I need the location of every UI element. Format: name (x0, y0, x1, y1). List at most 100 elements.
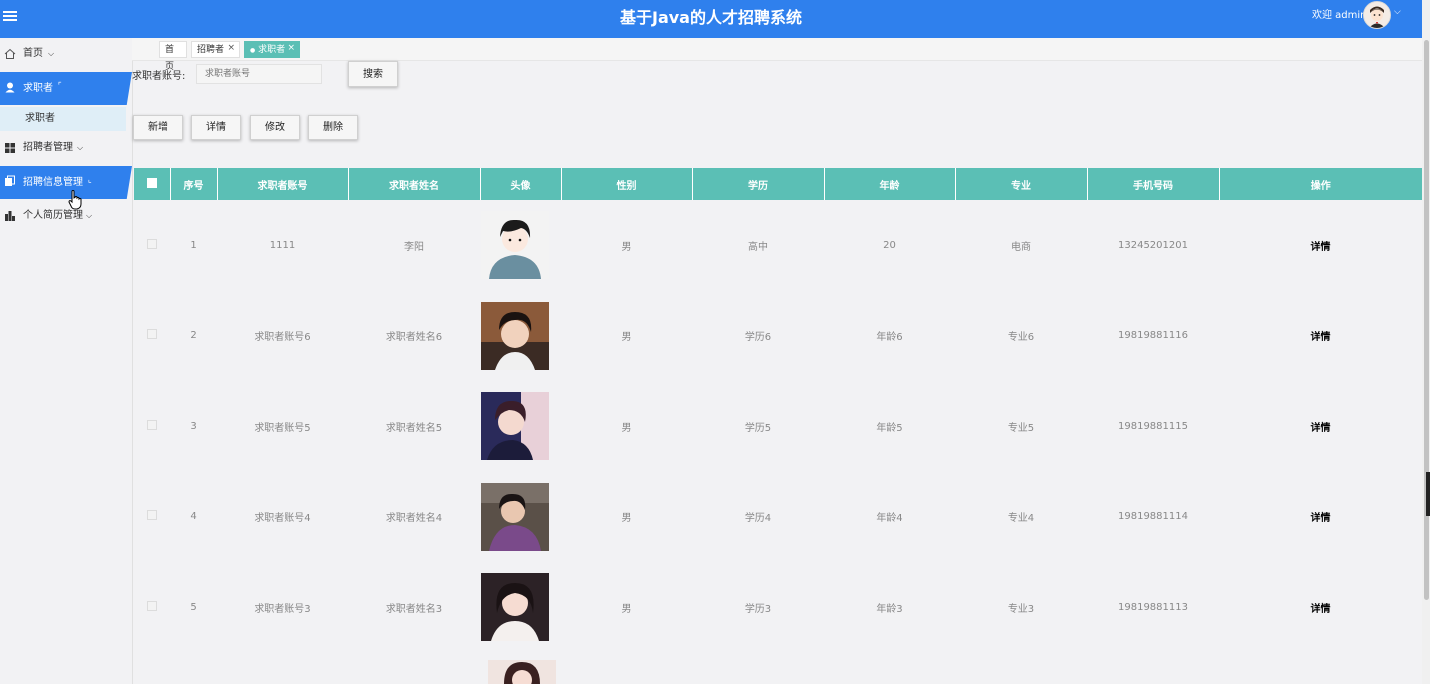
cell-gender: 男 (621, 513, 632, 525)
cell-phone: 13245201201 (1118, 239, 1188, 251)
column-header: 序号 (170, 168, 218, 200)
avatar (481, 392, 549, 461)
cell-gender: 男 (621, 422, 632, 434)
sidebar-item-home[interactable]: 首页 ⌵ (0, 39, 132, 69)
user-avatar[interactable] (1363, 1, 1391, 29)
avatar (481, 573, 549, 642)
cell-account: 求职者账号3 (254, 603, 311, 615)
top-bar: 基于Java的人才招聘系统 欢迎 admin ⌵ (0, 0, 1422, 38)
row-detail-link[interactable]: 详情 (1311, 604, 1331, 615)
sidebar-subitem-jobseeker[interactable]: 求职者 (0, 107, 126, 131)
user-menu-chevron-icon[interactable]: ⌵ (1394, 7, 1401, 17)
row-checkbox[interactable] (147, 510, 157, 521)
sidebar: 首页 ⌵ 求职者 ⌜ 求职者 招聘者管理 ⌵ 招聘信息管理 ⌞ 个人简历管理 ⌵ (0, 38, 133, 684)
edit-button[interactable]: 修改 (250, 115, 300, 140)
cell-age: 年龄3 (876, 603, 903, 615)
cell-phone: 19819881113 (1118, 601, 1188, 613)
table-row[interactable]: 5 求职者账号3 求职者姓名3 男 学历3 年龄3 专业3 1981988111… (134, 562, 1422, 653)
user-icon (5, 82, 15, 93)
cell-education: 学历5 (744, 422, 772, 434)
table-row[interactable]: 2 求职者账号6 求职者姓名6 男 学历6 年龄6 专业6 1981988111… (134, 291, 1422, 382)
tab-jobseeker[interactable]: ● 求职者 × (244, 41, 300, 58)
tab-recruiter[interactable]: 招聘者 × (191, 41, 240, 58)
row-checkbox[interactable] (147, 329, 157, 340)
column-header: 性别 (561, 168, 693, 200)
sidebar-item-recruiter-mgmt[interactable]: 招聘者管理 ⌵ (0, 133, 132, 163)
tab-home[interactable]: 首页 (159, 41, 187, 72)
sidebar-item-label: 个人简历管理 (23, 210, 83, 221)
cell-account: 求职者账号6 (254, 332, 311, 344)
home-icon (4, 48, 16, 59)
avatar (481, 482, 549, 551)
sidebar-item-job-info-mgmt[interactable]: 招聘信息管理 ⌞ (0, 166, 132, 199)
cell-education: 高中 (748, 241, 768, 253)
sidebar-subitem-label: 求职者 (25, 113, 55, 124)
row-checkbox[interactable] (147, 419, 157, 430)
tab-label: 求职者 (258, 45, 286, 55)
cell-major: 专业3 (1007, 603, 1035, 615)
add-button[interactable]: 新增 (133, 115, 183, 140)
cell-education: 学历6 (744, 332, 772, 344)
cell-phone: 19819881114 (1118, 511, 1188, 523)
cell-education: 学历3 (744, 603, 772, 615)
welcome-text: 欢迎 admin (1312, 10, 1367, 21)
close-icon[interactable]: × (287, 40, 295, 57)
cell-age: 年龄5 (876, 422, 903, 434)
cell-age: 年龄4 (876, 513, 903, 525)
search-input[interactable] (196, 64, 322, 84)
row-checkbox[interactable] (147, 238, 157, 249)
cell-education: 学历4 (744, 513, 772, 525)
app-title: 基于Java的人才招聘系统 (620, 8, 802, 27)
cell-account: 1111 (269, 239, 296, 251)
tab-bar: 首页 招聘者 × ● 求职者 × (132, 38, 1422, 72)
row-detail-link[interactable]: 详情 (1311, 423, 1331, 434)
cell-account: 求职者账号4 (254, 513, 311, 525)
column-header: 操作 (1219, 168, 1422, 200)
sidebar-item-resume-mgmt[interactable]: 个人简历管理 ⌵ (0, 201, 132, 231)
table-row[interactable]: 4 求职者账号4 求职者姓名4 男 学历4 年龄4 专业4 1981988111… (134, 472, 1422, 563)
cell-major: 电商 (1011, 241, 1031, 253)
grid-icon (5, 143, 15, 153)
column-header: 学历 (692, 168, 825, 200)
cell-no: 3 (190, 420, 197, 432)
cell-major: 专业5 (1007, 422, 1035, 434)
sidebar-item-label: 求职者 (23, 83, 53, 94)
search-button[interactable]: 搜索 (348, 61, 398, 87)
chevron-down-icon: ⌵ (86, 211, 93, 220)
sidebar-item-jobseeker[interactable]: 求职者 ⌜ (0, 72, 132, 105)
delete-button[interactable]: 删除 (308, 115, 358, 140)
cell-major: 专业6 (1007, 332, 1035, 344)
column-header: 头像 (480, 168, 562, 200)
close-icon[interactable]: × (227, 40, 235, 57)
detail-button[interactable]: 详情 (191, 115, 241, 140)
row-detail-link[interactable]: 详情 (1311, 513, 1331, 524)
cell-no: 2 (190, 330, 197, 342)
select-all-checkbox[interactable] (146, 177, 157, 188)
tab-label: 招聘者 (197, 45, 225, 55)
row-checkbox[interactable] (147, 600, 157, 611)
chevron-up-icon: ⌞ (88, 175, 92, 184)
cell-name: 李阳 (404, 241, 424, 253)
table-header-row: 序号 求职者账号 求职者姓名 头像 性别 学历 年龄 专业 手机号码 操作 (134, 168, 1422, 200)
column-header: 专业 (955, 168, 1088, 200)
cell-age: 20 (883, 239, 896, 251)
row-detail-link[interactable]: 详情 (1311, 332, 1331, 343)
chart-icon (5, 211, 15, 221)
table-row[interactable]: 3 求职者账号5 求职者姓名5 男 学历5 年龄5 专业5 1981988111… (134, 381, 1422, 472)
cell-major: 专业4 (1007, 513, 1035, 525)
cell-phone: 19819881116 (1118, 330, 1188, 342)
row-detail-link[interactable]: 详情 (1311, 242, 1331, 253)
cell-name: 求职者姓名6 (385, 332, 443, 344)
table-row[interactable]: 1 1111 李阳 男 高中 20 电商 13245201201 详情 (134, 200, 1422, 291)
cell-age: 年龄6 (876, 332, 903, 344)
cell-gender: 男 (621, 241, 632, 253)
select-all-header[interactable] (134, 168, 171, 200)
cell-name: 求职者姓名5 (385, 422, 443, 434)
search-label: 求职者账号: (132, 71, 186, 82)
sidebar-item-label: 招聘者管理 (23, 142, 73, 153)
chevron-up-icon: ⌜ (58, 81, 62, 90)
avatar (481, 301, 549, 370)
scrollbar-thumb[interactable] (1424, 40, 1429, 600)
chevron-down-icon: ⌵ (48, 49, 55, 58)
column-header: 手机号码 (1087, 168, 1220, 200)
